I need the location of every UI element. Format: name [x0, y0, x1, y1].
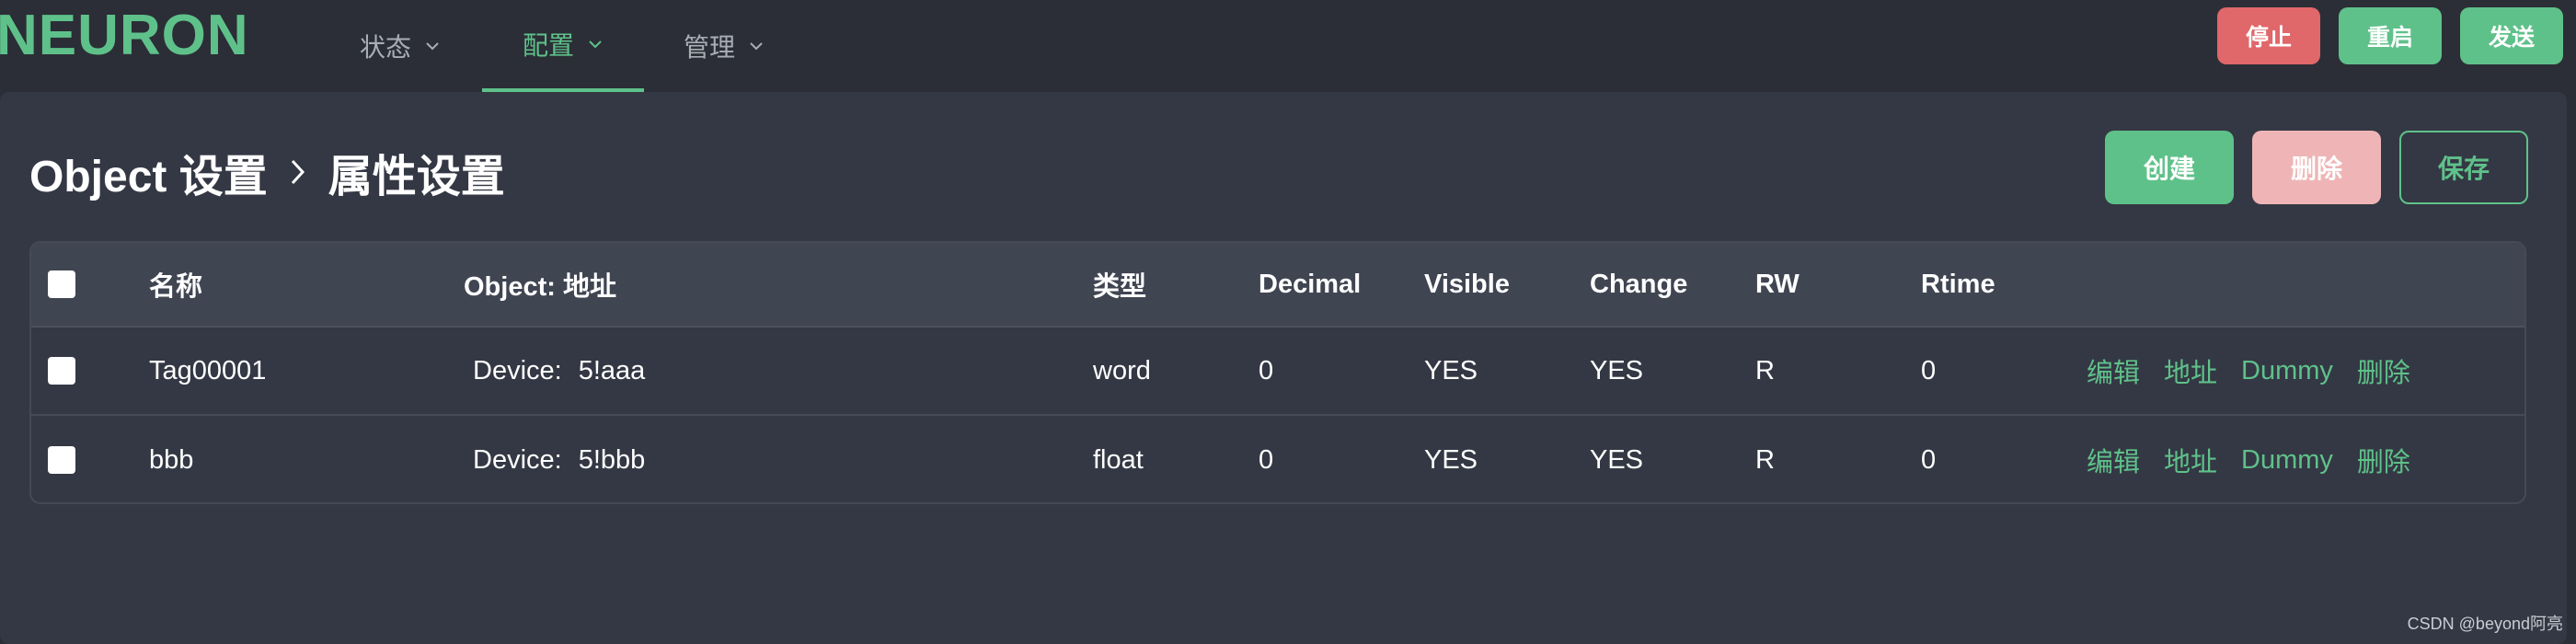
cell-actions: 编辑 地址 Dummy 删除	[2087, 416, 2434, 502]
cell-visible: YES	[1424, 444, 1478, 475]
row-select-cell	[48, 416, 75, 502]
cell-actions: 编辑 地址 Dummy 删除	[2087, 328, 2434, 414]
device-label: Device:	[473, 444, 562, 475]
column-header-rtime[interactable]: Rtime	[1921, 243, 1995, 326]
page-title: 属性设置	[328, 153, 505, 201]
edit-link[interactable]: 编辑	[2087, 351, 2140, 390]
nav-item-label: 管理	[683, 33, 735, 62]
address-link[interactable]: 地址	[2164, 441, 2217, 479]
cell-address: Device: 5!aaa	[473, 328, 645, 414]
column-header-rw[interactable]: RW	[1755, 243, 1800, 326]
cell-type: word	[1093, 355, 1151, 385]
main-panel: Object 设置 属性设置 创建 删除 保存 名称 Object: 地址 类型…	[0, 92, 2567, 644]
device-address: 5!aaa	[578, 355, 646, 385]
nav-item-label: 配置	[522, 31, 574, 60]
column-header-address[interactable]: Object: 地址	[464, 243, 616, 326]
dummy-link[interactable]: Dummy	[2241, 356, 2333, 386]
edit-link[interactable]: 编辑	[2087, 441, 2140, 479]
cell-decimal: 0	[1259, 444, 1274, 475]
chevron-down-icon	[748, 38, 765, 54]
row-select-cell	[48, 328, 75, 414]
column-header-decimal[interactable]: Decimal	[1259, 243, 1361, 326]
table-row: Tag00001 Device: 5!aaa word 0 YES YES R …	[31, 328, 2524, 416]
nav-item-config[interactable]: 配置	[482, 0, 644, 92]
restart-button[interactable]: 重启	[2339, 7, 2442, 64]
attribute-table: 名称 Object: 地址 类型 Decimal Visible Change …	[29, 241, 2526, 504]
top-navigation-bar: NEURON 状态 配置 管理 停止 重启 发送	[0, 0, 2576, 92]
cell-visible: YES	[1424, 355, 1478, 385]
cell-name: bbb	[149, 444, 194, 475]
create-button[interactable]: 创建	[2105, 131, 2234, 204]
column-header-type[interactable]: 类型	[1093, 243, 1146, 326]
delete-button[interactable]: 删除	[2252, 131, 2381, 204]
dummy-link[interactable]: Dummy	[2241, 445, 2333, 476]
select-all-checkbox[interactable]	[48, 270, 75, 298]
breadcrumb-parent[interactable]: Object 设置	[29, 140, 268, 204]
delete-link[interactable]: 删除	[2357, 441, 2410, 479]
delete-link[interactable]: 删除	[2357, 351, 2410, 390]
column-header-visible[interactable]: Visible	[1424, 243, 1510, 326]
cell-decimal: 0	[1259, 355, 1274, 385]
column-header-name[interactable]: 名称	[149, 243, 202, 326]
nav-item-label: 状态	[359, 33, 411, 62]
nav-item-manage[interactable]: 管理	[673, 0, 775, 92]
row-checkbox[interactable]	[48, 357, 75, 385]
device-address: 5!bbb	[578, 444, 646, 475]
address-link[interactable]: 地址	[2164, 351, 2217, 390]
table-row: bbb Device: 5!bbb float 0 YES YES R 0 编辑…	[31, 416, 2524, 502]
cell-name: Tag00001	[149, 355, 267, 385]
nav-item-status[interactable]: 状态	[350, 0, 451, 92]
watermark: CSDN @beyond阿亮	[2407, 615, 2563, 633]
cell-address: Device: 5!bbb	[473, 416, 646, 502]
chevron-right-icon	[288, 156, 308, 188]
chevron-down-icon	[587, 36, 604, 52]
stop-button[interactable]: 停止	[2217, 7, 2320, 64]
row-checkbox[interactable]	[48, 446, 75, 474]
table-header: 名称 Object: 地址 类型 Decimal Visible Change …	[31, 243, 2524, 328]
cell-type: float	[1093, 444, 1144, 475]
chevron-down-icon	[424, 38, 441, 54]
send-button[interactable]: 发送	[2460, 7, 2563, 64]
cell-rw: R	[1755, 444, 1775, 475]
select-all-cell	[48, 243, 75, 326]
cell-change: YES	[1590, 444, 1644, 475]
cell-rtime: 0	[1921, 444, 1937, 475]
column-header-change[interactable]: Change	[1590, 243, 1687, 326]
app-logo: NEURON	[0, 4, 249, 67]
breadcrumb: Object 设置 属性设置	[29, 140, 505, 204]
cell-rw: R	[1755, 355, 1775, 385]
save-button[interactable]: 保存	[2399, 131, 2528, 204]
device-label: Device:	[473, 355, 562, 385]
cell-change: YES	[1590, 355, 1644, 385]
cell-rtime: 0	[1921, 355, 1937, 385]
